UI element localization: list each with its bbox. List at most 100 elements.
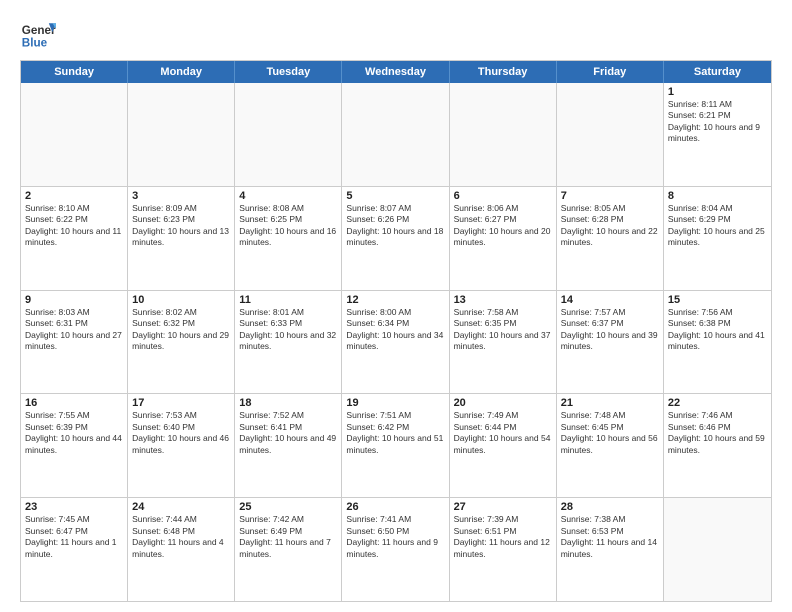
day-info: Sunrise: 7:44 AM Sunset: 6:48 PM Dayligh… [132, 514, 230, 560]
day-info: Sunrise: 7:57 AM Sunset: 6:37 PM Dayligh… [561, 307, 659, 353]
calendar-day-27: 27Sunrise: 7:39 AM Sunset: 6:51 PM Dayli… [450, 498, 557, 601]
calendar-week-1: 1Sunrise: 8:11 AM Sunset: 6:21 PM Daylig… [21, 83, 771, 186]
calendar-day-1: 1Sunrise: 8:11 AM Sunset: 6:21 PM Daylig… [664, 83, 771, 186]
day-number: 28 [561, 501, 659, 513]
day-info: Sunrise: 8:01 AM Sunset: 6:33 PM Dayligh… [239, 307, 337, 353]
calendar-day-23: 23Sunrise: 7:45 AM Sunset: 6:47 PM Dayli… [21, 498, 128, 601]
page-header: General Blue [20, 16, 772, 52]
weekday-header-saturday: Saturday [664, 61, 771, 83]
calendar-day-15: 15Sunrise: 7:56 AM Sunset: 6:38 PM Dayli… [664, 291, 771, 394]
calendar-day-empty [342, 83, 449, 186]
calendar-day-3: 3Sunrise: 8:09 AM Sunset: 6:23 PM Daylig… [128, 187, 235, 290]
day-info: Sunrise: 8:06 AM Sunset: 6:27 PM Dayligh… [454, 203, 552, 249]
calendar-day-20: 20Sunrise: 7:49 AM Sunset: 6:44 PM Dayli… [450, 394, 557, 497]
calendar-body: 1Sunrise: 8:11 AM Sunset: 6:21 PM Daylig… [21, 83, 771, 601]
day-info: Sunrise: 7:51 AM Sunset: 6:42 PM Dayligh… [346, 410, 444, 456]
calendar-header: SundayMondayTuesdayWednesdayThursdayFrid… [21, 61, 771, 83]
calendar-day-21: 21Sunrise: 7:48 AM Sunset: 6:45 PM Dayli… [557, 394, 664, 497]
day-number: 19 [346, 397, 444, 409]
day-number: 16 [25, 397, 123, 409]
day-info: Sunrise: 8:10 AM Sunset: 6:22 PM Dayligh… [25, 203, 123, 249]
calendar-day-12: 12Sunrise: 8:00 AM Sunset: 6:34 PM Dayli… [342, 291, 449, 394]
calendar-day-13: 13Sunrise: 7:58 AM Sunset: 6:35 PM Dayli… [450, 291, 557, 394]
day-number: 7 [561, 190, 659, 202]
calendar-day-11: 11Sunrise: 8:01 AM Sunset: 6:33 PM Dayli… [235, 291, 342, 394]
calendar-day-8: 8Sunrise: 8:04 AM Sunset: 6:29 PM Daylig… [664, 187, 771, 290]
day-info: Sunrise: 7:52 AM Sunset: 6:41 PM Dayligh… [239, 410, 337, 456]
day-info: Sunrise: 7:58 AM Sunset: 6:35 PM Dayligh… [454, 307, 552, 353]
calendar-day-empty [450, 83, 557, 186]
calendar-day-28: 28Sunrise: 7:38 AM Sunset: 6:53 PM Dayli… [557, 498, 664, 601]
calendar-day-24: 24Sunrise: 7:44 AM Sunset: 6:48 PM Dayli… [128, 498, 235, 601]
day-number: 8 [668, 190, 767, 202]
calendar-day-17: 17Sunrise: 7:53 AM Sunset: 6:40 PM Dayli… [128, 394, 235, 497]
weekday-header-friday: Friday [557, 61, 664, 83]
day-info: Sunrise: 8:00 AM Sunset: 6:34 PM Dayligh… [346, 307, 444, 353]
calendar-week-2: 2Sunrise: 8:10 AM Sunset: 6:22 PM Daylig… [21, 186, 771, 290]
day-number: 24 [132, 501, 230, 513]
day-info: Sunrise: 7:45 AM Sunset: 6:47 PM Dayligh… [25, 514, 123, 560]
calendar-day-26: 26Sunrise: 7:41 AM Sunset: 6:50 PM Dayli… [342, 498, 449, 601]
day-number: 11 [239, 294, 337, 306]
calendar-day-6: 6Sunrise: 8:06 AM Sunset: 6:27 PM Daylig… [450, 187, 557, 290]
calendar-day-4: 4Sunrise: 8:08 AM Sunset: 6:25 PM Daylig… [235, 187, 342, 290]
day-number: 12 [346, 294, 444, 306]
day-info: Sunrise: 8:07 AM Sunset: 6:26 PM Dayligh… [346, 203, 444, 249]
logo-icon: General Blue [20, 16, 56, 52]
day-number: 15 [668, 294, 767, 306]
svg-text:Blue: Blue [22, 37, 48, 50]
day-info: Sunrise: 7:55 AM Sunset: 6:39 PM Dayligh… [25, 410, 123, 456]
calendar-day-5: 5Sunrise: 8:07 AM Sunset: 6:26 PM Daylig… [342, 187, 449, 290]
calendar-day-2: 2Sunrise: 8:10 AM Sunset: 6:22 PM Daylig… [21, 187, 128, 290]
calendar-day-empty [235, 83, 342, 186]
day-number: 13 [454, 294, 552, 306]
day-info: Sunrise: 8:09 AM Sunset: 6:23 PM Dayligh… [132, 203, 230, 249]
day-info: Sunrise: 7:49 AM Sunset: 6:44 PM Dayligh… [454, 410, 552, 456]
calendar-day-19: 19Sunrise: 7:51 AM Sunset: 6:42 PM Dayli… [342, 394, 449, 497]
calendar-day-empty [128, 83, 235, 186]
calendar-week-4: 16Sunrise: 7:55 AM Sunset: 6:39 PM Dayli… [21, 393, 771, 497]
day-number: 1 [668, 86, 767, 98]
day-number: 18 [239, 397, 337, 409]
day-info: Sunrise: 8:02 AM Sunset: 6:32 PM Dayligh… [132, 307, 230, 353]
calendar: SundayMondayTuesdayWednesdayThursdayFrid… [20, 60, 772, 602]
logo: General Blue [20, 16, 56, 52]
day-info: Sunrise: 8:08 AM Sunset: 6:25 PM Dayligh… [239, 203, 337, 249]
day-number: 9 [25, 294, 123, 306]
day-number: 20 [454, 397, 552, 409]
calendar-day-7: 7Sunrise: 8:05 AM Sunset: 6:28 PM Daylig… [557, 187, 664, 290]
calendar-day-22: 22Sunrise: 7:46 AM Sunset: 6:46 PM Dayli… [664, 394, 771, 497]
day-number: 2 [25, 190, 123, 202]
calendar-day-empty [664, 498, 771, 601]
day-info: Sunrise: 7:53 AM Sunset: 6:40 PM Dayligh… [132, 410, 230, 456]
day-info: Sunrise: 8:05 AM Sunset: 6:28 PM Dayligh… [561, 203, 659, 249]
day-number: 25 [239, 501, 337, 513]
weekday-header-tuesday: Tuesday [235, 61, 342, 83]
calendar-day-16: 16Sunrise: 7:55 AM Sunset: 6:39 PM Dayli… [21, 394, 128, 497]
day-info: Sunrise: 7:38 AM Sunset: 6:53 PM Dayligh… [561, 514, 659, 560]
day-info: Sunrise: 7:56 AM Sunset: 6:38 PM Dayligh… [668, 307, 767, 353]
weekday-header-thursday: Thursday [450, 61, 557, 83]
day-number: 3 [132, 190, 230, 202]
calendar-day-empty [21, 83, 128, 186]
day-info: Sunrise: 7:48 AM Sunset: 6:45 PM Dayligh… [561, 410, 659, 456]
day-number: 4 [239, 190, 337, 202]
calendar-day-9: 9Sunrise: 8:03 AM Sunset: 6:31 PM Daylig… [21, 291, 128, 394]
day-number: 6 [454, 190, 552, 202]
day-info: Sunrise: 7:46 AM Sunset: 6:46 PM Dayligh… [668, 410, 767, 456]
day-info: Sunrise: 7:42 AM Sunset: 6:49 PM Dayligh… [239, 514, 337, 560]
day-info: Sunrise: 7:39 AM Sunset: 6:51 PM Dayligh… [454, 514, 552, 560]
calendar-day-10: 10Sunrise: 8:02 AM Sunset: 6:32 PM Dayli… [128, 291, 235, 394]
day-number: 17 [132, 397, 230, 409]
calendar-week-5: 23Sunrise: 7:45 AM Sunset: 6:47 PM Dayli… [21, 497, 771, 601]
day-number: 14 [561, 294, 659, 306]
day-number: 21 [561, 397, 659, 409]
day-number: 10 [132, 294, 230, 306]
weekday-header-monday: Monday [128, 61, 235, 83]
weekday-header-sunday: Sunday [21, 61, 128, 83]
calendar-day-25: 25Sunrise: 7:42 AM Sunset: 6:49 PM Dayli… [235, 498, 342, 601]
calendar-day-empty [557, 83, 664, 186]
day-number: 27 [454, 501, 552, 513]
day-number: 26 [346, 501, 444, 513]
day-number: 23 [25, 501, 123, 513]
